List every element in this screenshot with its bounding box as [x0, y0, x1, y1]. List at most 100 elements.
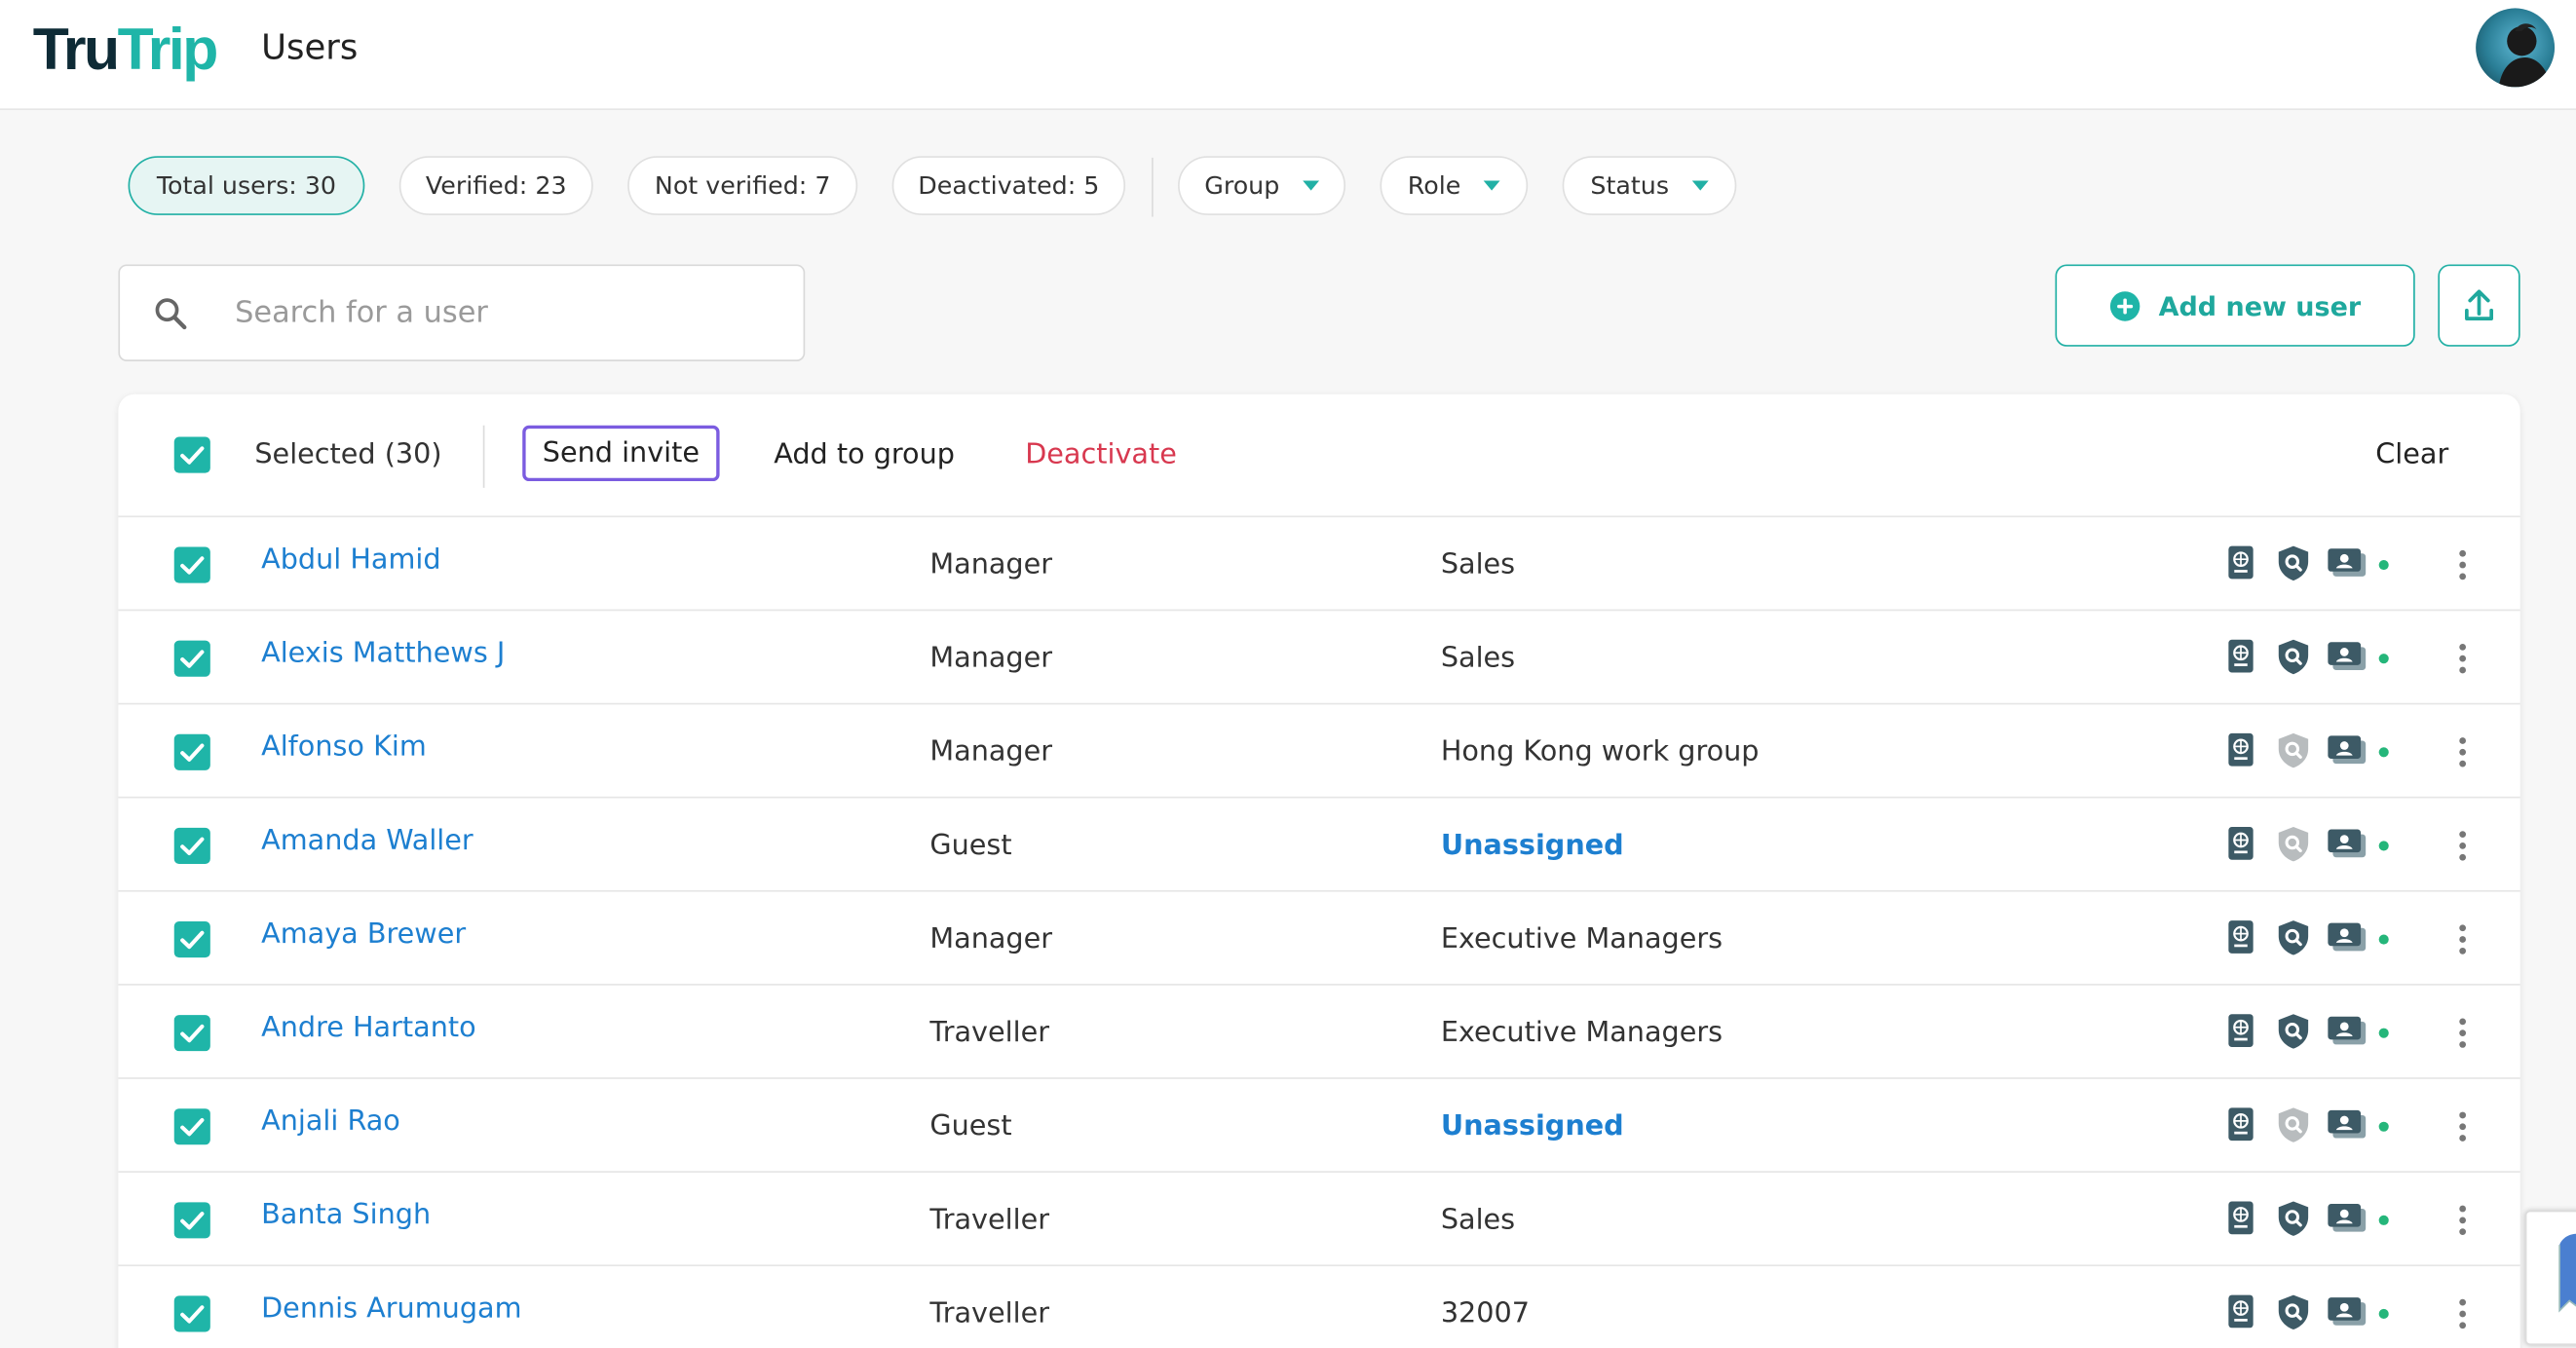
active-status-dot: [2378, 841, 2389, 851]
plus-circle-icon: [2109, 290, 2140, 320]
passport-icon: [2228, 732, 2254, 767]
role-dropdown-label: Role: [1407, 170, 1461, 201]
logo-text-trip: Trip: [117, 15, 219, 83]
user-name-link[interactable]: Banta Singh: [261, 1199, 431, 1232]
more-options-icon[interactable]: [2451, 1202, 2475, 1238]
table-row[interactable]: Amaya Brewer Manager Executive Managers: [118, 889, 2520, 986]
row-checkbox[interactable]: [173, 827, 210, 864]
table-row[interactable]: Dennis Arumugam Traveller 32007: [118, 1264, 2520, 1348]
side-widget[interactable]: [2524, 1210, 2576, 1346]
user-group: Executive Managers: [1440, 1016, 1724, 1050]
user-name-link[interactable]: Anjali Rao: [261, 1105, 400, 1139]
row-checkbox[interactable]: [173, 733, 210, 770]
more-options-icon[interactable]: [2451, 828, 2475, 864]
row-checkbox[interactable]: [173, 1015, 210, 1052]
selected-count: Selected (30): [254, 438, 442, 471]
send-invite-button[interactable]: Send invite: [522, 425, 720, 482]
table-row[interactable]: Andre Hartanto Traveller Executive Manager…: [118, 984, 2520, 1079]
verification-shield-icon: [2278, 1107, 2309, 1142]
verification-shield-icon: [2278, 920, 2309, 955]
user-group: 32007: [1440, 1297, 1531, 1330]
more-options-icon[interactable]: [2451, 641, 2475, 677]
table-row[interactable]: Alfonso Kim Manager Hong Kong work group: [118, 702, 2520, 799]
row-checkbox[interactable]: [173, 546, 210, 583]
table-row[interactable]: Alexis Matthews J Manager Sales: [118, 609, 2520, 705]
id-card-icon: [2328, 735, 2367, 765]
more-options-icon[interactable]: [2451, 1015, 2475, 1051]
user-role: Manager: [929, 735, 1053, 769]
row-checkbox[interactable]: [173, 640, 210, 677]
passport-icon: [2228, 1107, 2254, 1142]
verification-shield-icon: [2278, 1201, 2309, 1236]
user-name-link[interactable]: Dennis Arumugam: [261, 1292, 521, 1326]
search-input[interactable]: [235, 266, 777, 358]
id-card-icon: [2328, 829, 2367, 858]
deactivate-button[interactable]: Deactivate: [1025, 438, 1177, 471]
filter-deactivated-label: Deactivated: 5: [918, 170, 1100, 201]
filter-deactivated[interactable]: Deactivated: 5: [891, 156, 1126, 215]
passport-icon: [2228, 545, 2254, 580]
table-row[interactable]: Anjali Rao Guest Unassigned: [118, 1077, 2520, 1173]
user-name-link[interactable]: Abdul Hamid: [261, 543, 440, 577]
id-card-icon: [2328, 1016, 2367, 1045]
more-options-icon[interactable]: [2451, 734, 2475, 770]
user-role: Traveller: [929, 1297, 1050, 1330]
add-new-user-label: Add new user: [2158, 289, 2362, 321]
checkmark-icon: [180, 1305, 205, 1324]
user-group: Sales: [1440, 1203, 1516, 1237]
more-options-icon[interactable]: [2451, 1295, 2475, 1331]
verification-shield-icon: [2278, 545, 2309, 581]
user-name-link[interactable]: Alexis Matthews J: [261, 637, 505, 670]
active-status-dot: [2378, 934, 2389, 945]
export-button[interactable]: [2438, 264, 2520, 347]
clear-selection-button[interactable]: Clear: [2375, 438, 2448, 471]
checkmark-icon: [180, 743, 205, 762]
user-avatar[interactable]: [2476, 8, 2556, 88]
user-role: Manager: [929, 642, 1053, 676]
more-options-icon[interactable]: [2451, 921, 2475, 957]
user-group: Hong Kong work group: [1440, 735, 1760, 769]
user-name-link[interactable]: Andre Hartanto: [261, 1012, 476, 1045]
user-group[interactable]: Unassigned: [1441, 1110, 1624, 1143]
row-checkbox[interactable]: [173, 1108, 210, 1145]
role-dropdown[interactable]: Role: [1380, 156, 1529, 215]
table-row[interactable]: Amanda Waller Guest Unassigned: [118, 796, 2520, 892]
passport-icon: [2228, 639, 2254, 673]
bookmark-icon: [2558, 1233, 2576, 1313]
trutrip-logo[interactable]: TruTrip: [32, 15, 219, 83]
user-name-link[interactable]: Alfonso Kim: [261, 730, 427, 764]
row-checkbox[interactable]: [173, 1295, 210, 1332]
table-row[interactable]: Abdul Hamid Manager Sales: [118, 515, 2520, 611]
add-new-user-button[interactable]: Add new user: [2055, 264, 2415, 347]
filter-verified[interactable]: Verified: 23: [398, 156, 593, 215]
verification-shield-icon: [2278, 732, 2309, 768]
search-box: [118, 264, 806, 361]
add-to-group-button[interactable]: Add to group: [774, 438, 955, 471]
user-group[interactable]: Unassigned: [1441, 830, 1624, 863]
user-group: Sales: [1440, 548, 1516, 581]
more-options-icon[interactable]: [2451, 547, 2475, 583]
select-all-checkbox[interactable]: [173, 436, 210, 473]
row-checkbox[interactable]: [173, 1202, 210, 1239]
checkmark-icon: [180, 930, 205, 950]
logo-text-tru: Tru: [32, 15, 120, 83]
more-options-icon[interactable]: [2451, 1108, 2475, 1144]
checkmark-icon: [180, 556, 205, 575]
checkmark-icon: [180, 446, 205, 465]
verification-shield-icon: [2278, 1294, 2309, 1329]
filter-not-verified[interactable]: Not verified: 7: [627, 156, 858, 215]
checkmark-icon: [180, 1212, 205, 1230]
filter-verified-label: Verified: 23: [425, 170, 567, 201]
users-table: Selected (30) Send invite Add to group D…: [118, 393, 2520, 1348]
status-dropdown[interactable]: Status: [1562, 156, 1737, 215]
user-name-link[interactable]: Amaya Brewer: [261, 918, 466, 952]
user-group: Sales: [1440, 642, 1516, 676]
active-status-dot: [2378, 1121, 2389, 1132]
user-name-link[interactable]: Amanda Waller: [261, 824, 474, 857]
filter-total-users[interactable]: Total users: 30: [128, 156, 365, 215]
row-checkbox[interactable]: [173, 920, 210, 958]
user-group: Executive Managers: [1440, 922, 1724, 956]
table-row[interactable]: Banta Singh Traveller Sales: [118, 1171, 2520, 1266]
group-dropdown[interactable]: Group: [1178, 156, 1346, 215]
id-card-icon: [2328, 1203, 2367, 1232]
